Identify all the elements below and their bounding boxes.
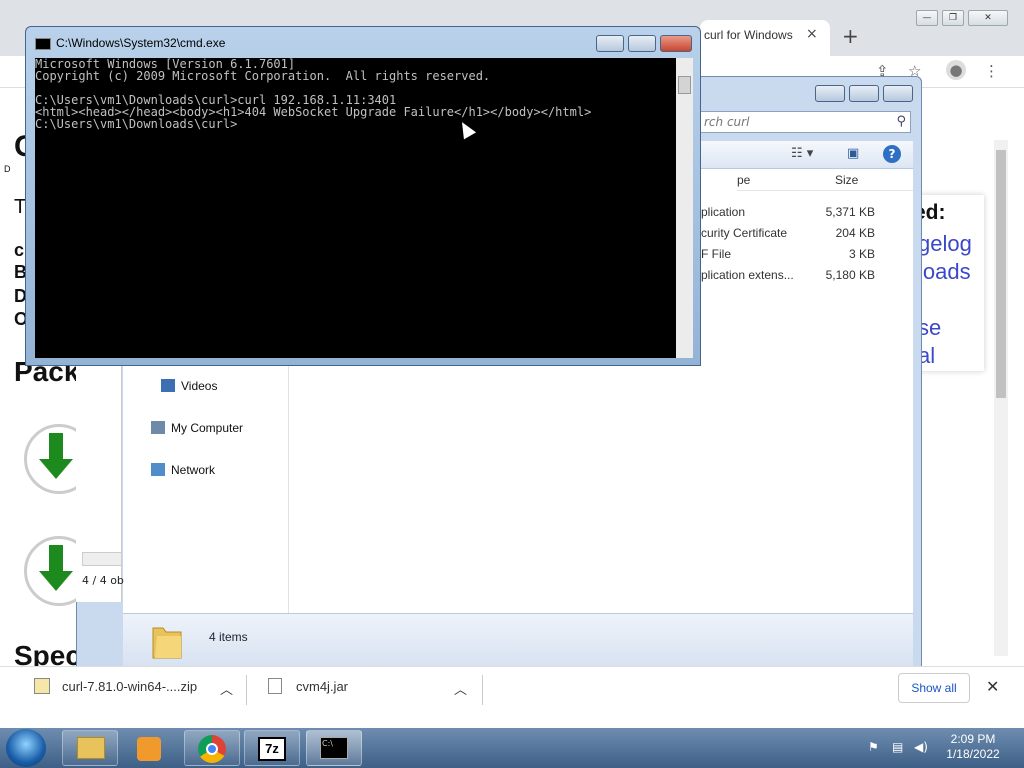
close-button[interactable] [883, 85, 913, 102]
cmd-window: C:\Windows\System32\cmd.exe Microsoft Wi… [25, 26, 701, 366]
row-size: 3 KB [848, 247, 875, 261]
console-output[interactable]: Microsoft Windows [Version 6.1.7601] Copy… [35, 58, 676, 358]
clock[interactable]: 2:09 PM 1/18/2022 [938, 732, 1008, 762]
cmd-window-controls [596, 35, 694, 53]
download-item-cvm4j[interactable]: cvm4j.jar [296, 679, 348, 694]
minimize-button[interactable] [596, 35, 624, 52]
chrome-tab[interactable]: curl for Windows × [700, 20, 830, 56]
row-type[interactable]: plication extens... [701, 268, 794, 282]
row-size: 5,371 KB [825, 205, 875, 219]
taskbar-7zip[interactable]: 7z [244, 730, 300, 766]
console-scrollbar[interactable] [676, 58, 693, 358]
help-icon[interactable]: ? [883, 145, 901, 163]
row-size: 5,180 KB [825, 268, 875, 282]
new-tab-button[interactable]: + [842, 24, 859, 48]
start-button[interactable] [6, 729, 46, 767]
network-tray-icon[interactable]: ▤ [892, 740, 906, 754]
nav-my-computer[interactable]: My Computer [151, 421, 243, 435]
details-pane: 4 items [123, 613, 913, 667]
chevron-up-icon[interactable]: ︿ [454, 679, 467, 698]
maximize-button[interactable] [628, 35, 656, 52]
nav-videos[interactable]: Videos [161, 379, 217, 393]
chrome-window-controls: — ❐ ✕ [916, 10, 1008, 28]
nav-network[interactable]: Network [151, 463, 215, 477]
folder-icon [77, 737, 105, 759]
tab-title: curl for Windows [704, 28, 793, 42]
console-text: Microsoft Windows [Version 6.1.7601] Copy… [35, 57, 592, 131]
chevron-up-icon[interactable]: ︿ [220, 679, 233, 698]
column-type[interactable]: pe [737, 173, 750, 187]
item-count: 4 items [209, 630, 248, 644]
search-placeholder: rch curl [704, 115, 750, 129]
network-icon [151, 463, 165, 476]
column-headers: pe Size [737, 169, 913, 191]
preview-pane-icon[interactable]: ▣ [847, 146, 859, 161]
close-button[interactable]: ✕ [968, 10, 1008, 26]
folder-icon [152, 627, 182, 659]
background-window [76, 364, 122, 602]
minimize-button[interactable]: — [916, 10, 938, 26]
row-type[interactable]: plication [701, 205, 745, 219]
page-text-c: c [14, 240, 25, 260]
taskbar-media-player[interactable] [122, 730, 178, 766]
close-button[interactable] [660, 35, 692, 52]
restore-button[interactable] [849, 85, 879, 102]
console-scroll-thumb[interactable] [678, 76, 691, 94]
downloads-bar: curl-7.81.0-win64-....zip ︿ cvm4j.jar ︿ … [0, 666, 1024, 728]
row-type[interactable]: F File [701, 247, 731, 261]
link-downloads[interactable]: loads [918, 259, 971, 285]
menu-icon[interactable]: ⋮ [984, 62, 999, 80]
cmd-icon: C:\ [320, 737, 348, 759]
media-player-icon [137, 737, 161, 761]
row-size: 204 KB [835, 226, 875, 240]
column-size[interactable]: Size [835, 173, 858, 187]
7zip-icon: 7z [258, 737, 286, 761]
link-changelog[interactable]: gelog [918, 231, 972, 257]
clock-date: 1/18/2022 [946, 747, 1000, 761]
scroll-thumb[interactable] [996, 150, 1006, 398]
taskbar: 7z C:\ ⚑ ▤ ◀) 2:09 PM 1/18/2022 [0, 728, 1024, 768]
action-center-icon[interactable]: ⚑ [868, 740, 882, 754]
restore-button[interactable]: ❐ [942, 10, 964, 26]
page-frag: D [4, 164, 11, 174]
show-all-button[interactable]: Show all [898, 673, 970, 703]
row-type[interactable]: curity Certificate [701, 226, 787, 240]
search-icon[interactable]: ⚲ [896, 114, 906, 129]
search-input[interactable]: rch curl ⚲ [697, 111, 911, 133]
close-downloads-icon[interactable]: ✕ [986, 677, 999, 697]
cmd-icon [35, 38, 51, 50]
profile-icon[interactable]: ● [946, 60, 966, 80]
taskbar-explorer[interactable] [62, 730, 118, 766]
taskbar-cmd[interactable]: C:\ [306, 730, 362, 766]
volume-icon[interactable]: ◀) [914, 740, 928, 754]
taskbar-chrome[interactable] [184, 730, 240, 766]
chrome-icon [198, 735, 226, 763]
download-item-curl[interactable]: curl-7.81.0-win64-....zip [62, 679, 197, 694]
divider [246, 675, 247, 705]
clock-time: 2:09 PM [950, 732, 996, 746]
cmd-title: C:\Windows\System32\cmd.exe [56, 36, 226, 50]
jar-file-icon [268, 678, 282, 694]
horizontal-scrollbar[interactable] [82, 552, 122, 566]
tab-close-icon[interactable]: × [806, 26, 818, 42]
zip-file-icon [34, 678, 50, 694]
background-status: 4 / 4 ob [82, 574, 124, 587]
view-options-icon[interactable]: ☷ ▾ [791, 146, 813, 161]
divider [482, 675, 483, 705]
computer-icon [151, 421, 165, 434]
minimize-button[interactable] [815, 85, 845, 102]
videos-icon [161, 379, 175, 392]
